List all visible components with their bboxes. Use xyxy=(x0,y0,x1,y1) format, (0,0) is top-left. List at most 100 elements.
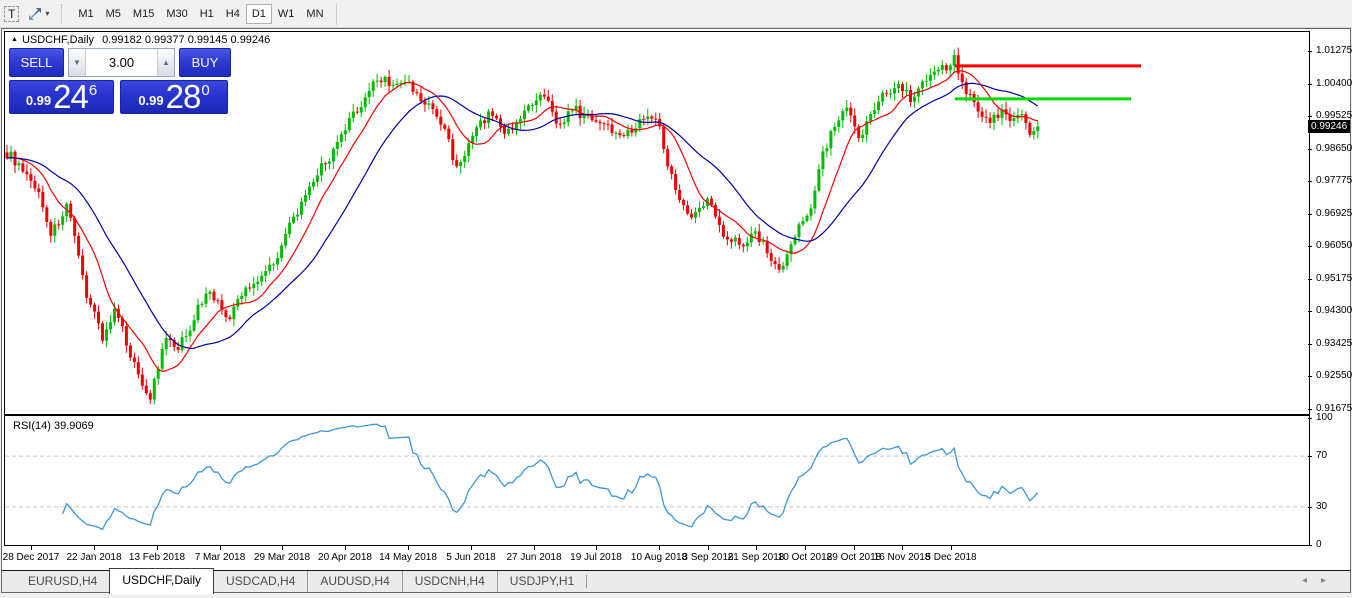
price-pane[interactable]: ▲USDCHF,Daily0.99182 0.99377 0.99145 0.9… xyxy=(4,31,1310,415)
buy-price-prefix: 0.99 xyxy=(138,93,163,108)
date-axis-tick xyxy=(951,546,952,550)
date-scale[interactable]: 28 Dec 201722 Jan 201813 Feb 20187 Mar 2… xyxy=(4,548,1310,569)
date-axis-tick xyxy=(902,546,903,550)
toolbar-grip[interactable] xyxy=(61,4,66,24)
rsi-chart xyxy=(5,416,1309,545)
tab-scroll-controls: ◂▸ xyxy=(1302,575,1340,586)
timeframe-button[interactable]: M15 xyxy=(127,4,160,24)
axis-tick xyxy=(1308,214,1312,215)
volume-stepper: ▼ 3.00 ▲ xyxy=(68,48,175,77)
sell-price-pip: 6 xyxy=(89,82,97,99)
axis-tick xyxy=(1308,149,1312,150)
date-axis-label: 5 Dec 2018 xyxy=(916,552,986,563)
volume-increase-button[interactable]: ▲ xyxy=(157,49,174,76)
chart-tabs: EURUSD,H4USDCHF,DailyUSDCAD,H4AUDUSD,H4U… xyxy=(2,571,587,592)
timeframe-button[interactable]: M5 xyxy=(100,4,127,24)
axis-tick xyxy=(1308,246,1312,247)
sell-price-prefix: 0.99 xyxy=(26,93,51,108)
price-axis-label: 0.99525 xyxy=(1316,110,1352,121)
sell-price-quote[interactable]: 0.99 24 6 xyxy=(9,80,114,114)
date-axis-tick xyxy=(756,546,757,550)
date-axis-tick xyxy=(94,546,95,550)
axis-tick xyxy=(1308,409,1312,410)
collapse-arrow-icon[interactable]: ▲ xyxy=(11,36,18,43)
date-axis-tick xyxy=(708,546,709,550)
price-axis-label: 0.96050 xyxy=(1316,240,1352,251)
sell-price-big: 24 xyxy=(53,82,88,112)
diagonal-arrows-icon xyxy=(27,6,43,22)
arrow-objects-button[interactable]: ▾ xyxy=(24,3,52,25)
chart-tab[interactable]: USDCNH,H4 xyxy=(402,571,497,592)
timeframe-button[interactable]: M30 xyxy=(160,4,193,24)
buy-button[interactable]: BUY xyxy=(179,48,231,77)
chart-title-bar: ▲USDCHF,Daily0.99182 0.99377 0.99145 0.9… xyxy=(11,34,270,46)
axis-tick xyxy=(1308,545,1312,546)
axis-tick xyxy=(1308,507,1312,508)
date-axis-label: 28 Dec 2017 xyxy=(0,552,66,563)
date-axis-label: 22 Jan 2018 xyxy=(59,552,129,563)
text-label-tool-button[interactable]: T xyxy=(1,3,22,25)
text-tool-icon: T xyxy=(4,6,19,22)
chart-tab[interactable]: AUDUSD,H4 xyxy=(307,571,401,592)
price-axis-label: 0.97775 xyxy=(1316,175,1352,186)
date-axis-tick xyxy=(31,546,32,550)
price-scale[interactable]: 1.01275 1.00400 0.99525 0.98650 0.97775 0.969… xyxy=(1308,29,1350,569)
symbol-period-label: USDCHF,Daily xyxy=(22,34,94,46)
rsi-indicator-pane[interactable]: RSI(14) 39.9069 xyxy=(4,415,1310,546)
toolbar-separator xyxy=(336,3,337,25)
date-axis-tick xyxy=(659,546,660,550)
date-axis-label: 5 Jun 2018 xyxy=(436,552,506,563)
axis-tick xyxy=(1308,456,1312,457)
tab-scroll-left-icon[interactable]: ◂ xyxy=(1302,575,1321,586)
tab-scroll-right-icon[interactable]: ▸ xyxy=(1321,575,1340,586)
chart-window: ▲USDCHF,Daily0.99182 0.99377 0.99145 0.9… xyxy=(1,28,1351,593)
date-axis-tick xyxy=(596,546,597,550)
date-axis-tick xyxy=(534,546,535,550)
date-axis-tick xyxy=(282,546,283,550)
rsi-axis-label: 30 xyxy=(1316,501,1327,512)
date-axis-tick xyxy=(408,546,409,550)
volume-input[interactable]: 3.00 xyxy=(86,49,157,76)
date-axis-tick xyxy=(854,546,855,550)
timeframe-button[interactable]: M1 xyxy=(72,4,99,24)
timeframe-button[interactable]: H4 xyxy=(220,4,246,24)
price-axis-label: 0.96925 xyxy=(1316,208,1352,219)
volume-decrease-button[interactable]: ▼ xyxy=(69,49,86,76)
date-axis-label: 29 Mar 2018 xyxy=(247,552,317,563)
rsi-line xyxy=(63,424,1038,529)
date-axis-tick xyxy=(805,546,806,550)
rsi-axis-label: 100 xyxy=(1316,412,1333,423)
axis-tick xyxy=(1308,279,1312,280)
chart-tab-bar: EURUSD,H4USDCHF,DailyUSDCAD,H4AUDUSD,H4U… xyxy=(2,570,1350,592)
rsi-axis-label: 70 xyxy=(1316,450,1327,461)
axis-tick xyxy=(1308,376,1312,377)
price-axis-label: 0.98650 xyxy=(1316,143,1352,154)
buy-price-quote[interactable]: 0.99 28 0 xyxy=(120,80,228,114)
rsi-axis-label: 0 xyxy=(1316,539,1322,550)
axis-tick xyxy=(1308,116,1312,117)
axis-tick xyxy=(1308,51,1312,52)
timeframe-button[interactable]: H1 xyxy=(194,4,220,24)
ma-slow-line xyxy=(7,83,1038,348)
toolbar: T ▾ M1M5M15M30H1H4D1W1MN xyxy=(0,0,1352,28)
chart-tab[interactable]: USDCAD,H4 xyxy=(214,571,307,592)
chart-tab[interactable]: USDCHF,Daily xyxy=(109,568,214,594)
price-axis-label: 0.92550 xyxy=(1316,370,1352,381)
chart-tab[interactable]: USDJPY,H1 xyxy=(497,571,586,592)
sell-button[interactable]: SELL xyxy=(9,48,64,77)
date-axis-tick xyxy=(471,546,472,550)
axis-tick xyxy=(1308,418,1312,419)
date-axis-tick xyxy=(220,546,221,550)
axis-tick xyxy=(1308,181,1312,182)
timeframe-button[interactable]: MN xyxy=(300,4,329,24)
price-axis-label: 1.01275 xyxy=(1316,45,1352,56)
price-axis-label: 1.00400 xyxy=(1316,78,1352,89)
price-axis-label: 0.93425 xyxy=(1316,338,1352,349)
ma-fast-line xyxy=(7,71,1038,372)
timeframe-button[interactable]: D1 xyxy=(246,4,272,24)
timeframe-button[interactable]: W1 xyxy=(272,4,301,24)
rsi-indicator-label: RSI(14) 39.9069 xyxy=(13,420,94,432)
axis-tick xyxy=(1308,344,1312,345)
chart-tab[interactable]: EURUSD,H4 xyxy=(16,571,109,592)
chevron-down-icon: ▾ xyxy=(45,9,49,18)
